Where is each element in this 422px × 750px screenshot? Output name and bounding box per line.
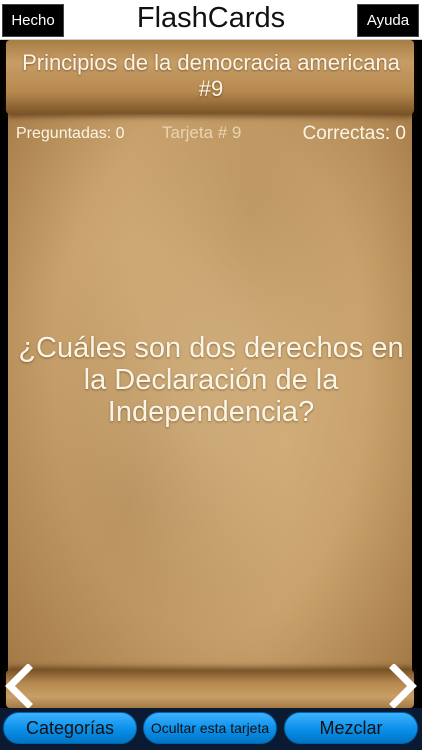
next-card-button[interactable] bbox=[386, 663, 420, 708]
categories-button[interactable]: Categorías bbox=[3, 712, 137, 744]
top-bar: Hecho FlashCards Ayuda bbox=[0, 0, 422, 40]
flashcard[interactable]: Principios de la democracia americana #9… bbox=[0, 40, 422, 708]
previous-card-button[interactable] bbox=[2, 663, 36, 708]
deck-title: Principios de la democracia americana #9 bbox=[22, 50, 400, 101]
card-number: Tarjeta # 9 bbox=[162, 123, 242, 142]
chevron-left-icon bbox=[5, 663, 33, 708]
correct-count: Correctas: 0 bbox=[302, 123, 406, 144]
asked-count: Preguntadas: 0 bbox=[16, 125, 125, 142]
scroll-roll-bottom bbox=[6, 670, 414, 708]
bottom-toolbar: Categorías Ocultar esta tarjeta Mezclar bbox=[0, 708, 422, 750]
help-button[interactable]: Ayuda bbox=[357, 4, 419, 37]
shuffle-button[interactable]: Mezclar bbox=[284, 712, 418, 744]
chevron-right-icon bbox=[389, 663, 417, 708]
card-stats: Preguntadas: 0 Tarjeta # 9 Correctas: 0 bbox=[0, 122, 422, 148]
question-text: ¿Cuáles son dos derechos en la Declaraci… bbox=[18, 332, 404, 428]
hide-card-button[interactable]: Ocultar esta tarjeta bbox=[143, 712, 277, 744]
